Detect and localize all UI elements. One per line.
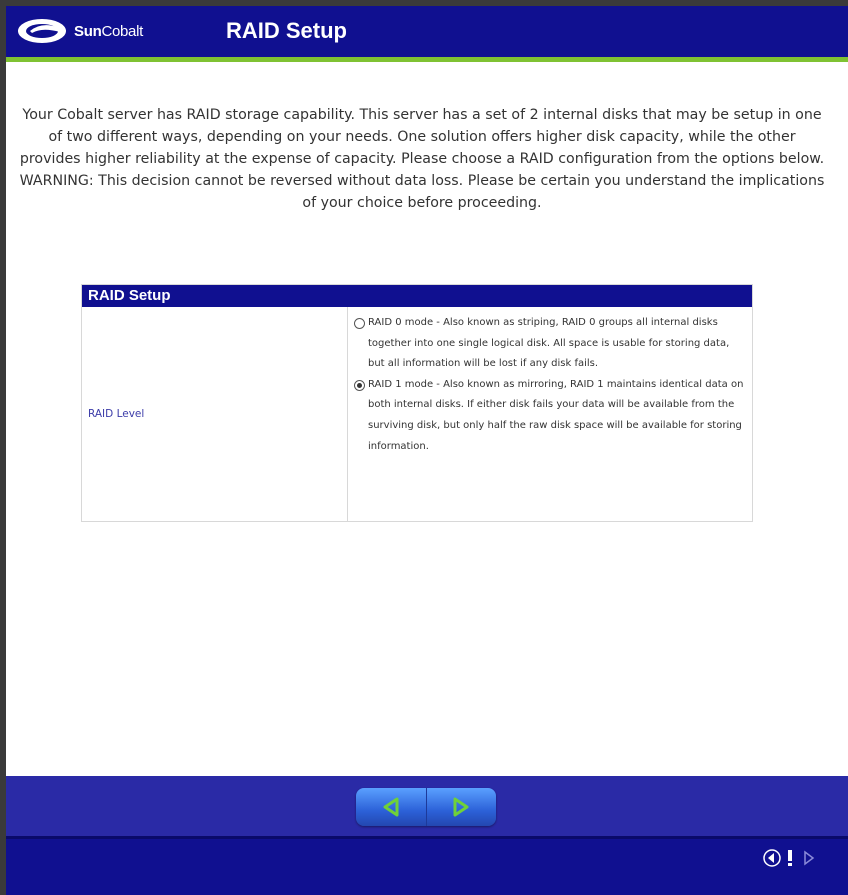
next-button[interactable] <box>425 788 497 826</box>
sun-cobalt-logo: SunCobalt <box>16 16 143 46</box>
raid-0-option[interactable]: RAID 0 mode - Also known as striping, RA… <box>354 313 746 375</box>
wizard-nav-buttons <box>356 788 496 826</box>
raid-level-label-cell: RAID Level <box>82 307 348 521</box>
raid-0-option-label: RAID 0 mode - Also known as striping, RA… <box>368 317 730 370</box>
header-bar: SunCobalt RAID Setup <box>6 6 848 57</box>
small-left-arrow-icon[interactable] <box>762 848 782 868</box>
cobalt-swoosh-icon <box>16 17 68 45</box>
wizard-window: SunCobalt RAID Setup Your Cobalt server … <box>0 0 848 895</box>
intro-text: Your Cobalt server has RAID storage capa… <box>19 107 825 211</box>
arrow-left-icon <box>383 797 399 817</box>
footer-bar <box>6 776 848 895</box>
small-right-arrow-icon[interactable] <box>798 848 818 868</box>
page-title: RAID Setup <box>226 18 347 43</box>
raid-1-radio[interactable] <box>354 379 365 391</box>
logo-text: SunCobalt <box>74 22 143 40</box>
arrow-right-icon <box>453 797 469 817</box>
raid-level-label: RAID Level <box>88 408 145 420</box>
raid-table-header: RAID Setup <box>82 285 752 307</box>
raid-level-options: RAID 0 mode - Also known as striping, RA… <box>348 307 752 521</box>
raid-1-option-label: RAID 1 mode - Also known as mirroring, R… <box>368 378 744 452</box>
footer-divider <box>6 836 848 839</box>
corner-icons <box>762 848 818 868</box>
header-accent-line <box>6 57 848 62</box>
raid-setup-table: RAID Setup RAID Level RAID 0 mode - Also… <box>81 284 753 522</box>
back-button[interactable] <box>356 788 426 826</box>
raid-1-option[interactable]: RAID 1 mode - Also known as mirroring, R… <box>354 375 746 457</box>
raid-level-row: RAID Level RAID 0 mode - Also known as s… <box>82 307 752 521</box>
raid-0-radio[interactable] <box>354 318 365 329</box>
exclamation-icon[interactable] <box>786 848 794 868</box>
